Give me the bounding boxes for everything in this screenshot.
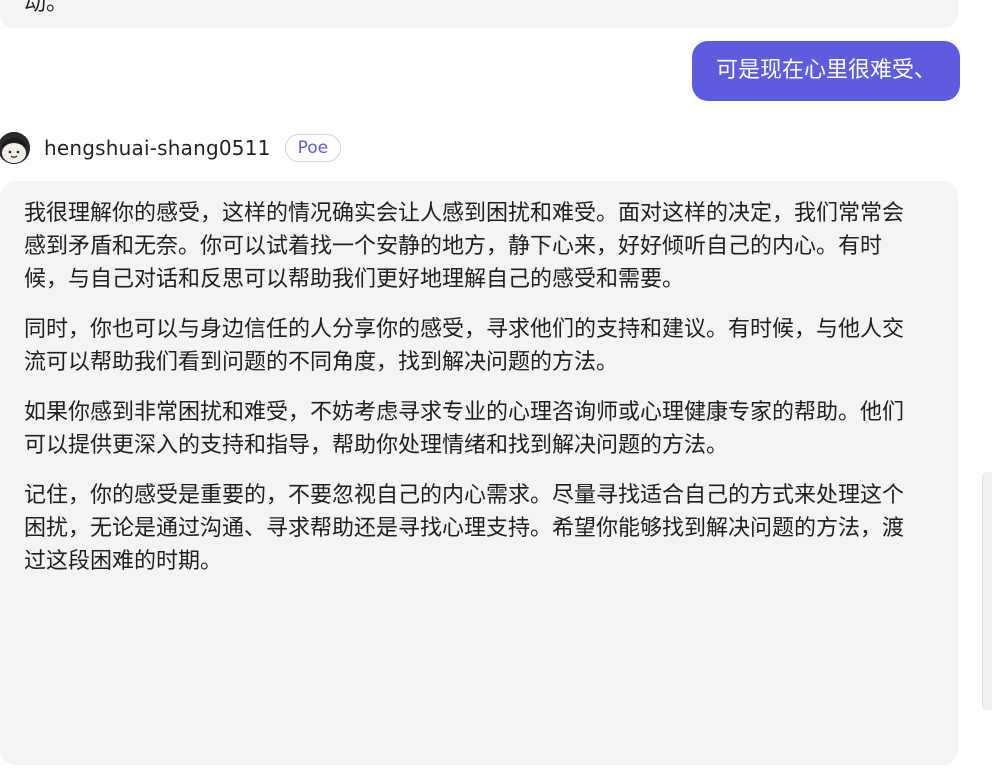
previous-bot-message: 动。 (0, 0, 958, 28)
bot-message: 我很理解你的感受，这样的情况确实会让人感到困扰和难受。面对这样的决定，我们常常会… (0, 181, 958, 765)
bot-message-paragraph: 我很理解你的感受，这样的情况确实会让人感到困扰和难受。面对这样的决定，我们常常会… (24, 201, 905, 292)
bot-message-paragraph: 记住，你的感受是重要的，不要忽视自己的内心需求。尽量寻找适合自己的方式来处理这个… (24, 483, 905, 574)
bot-message-paragraph: 同时，你也可以与身边信任的人分享你的感受，寻求他们的支持和建议。有时候，与他人交… (24, 317, 905, 375)
previous-message-text: 动。 (24, 0, 69, 16)
user-message: 可是现在心里很难受、 (691, 41, 960, 101)
poe-badge: Poe (284, 134, 342, 162)
chat-view: 动。 可是现在心里很难受、 hengshuai-shang0511 Poe 我很… (0, 0, 992, 777)
bot-name[interactable]: hengshuai-shang0511 (44, 136, 271, 160)
side-panel-edge[interactable] (982, 472, 992, 710)
bot-header: hengshuai-shang0511 Poe (0, 131, 342, 165)
bot-avatar-icon[interactable] (0, 132, 30, 164)
bot-message-paragraph: 如果你感到非常困扰和难受，不妨考虑寻求专业的心理咨询师或心理健康专家的帮助。他们… (24, 400, 905, 458)
